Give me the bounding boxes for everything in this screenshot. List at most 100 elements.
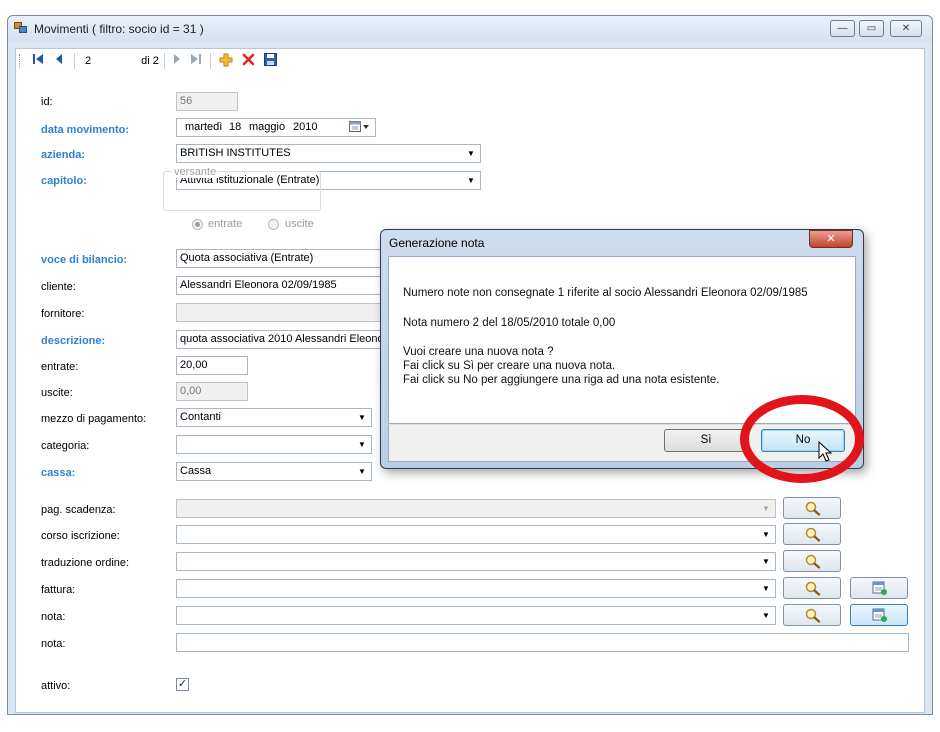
cassa-combo[interactable]: Cassa ▼ [176,462,372,481]
pag-scadenza-search-button[interactable] [783,497,841,519]
voce-bilancio-label: voce di bilancio: [41,254,128,266]
mouse-cursor-icon [818,440,834,466]
magnifier-icon [805,527,821,542]
add-icon[interactable] [218,53,234,69]
toolbar-separator [164,53,165,69]
cliente-label: cliente: [41,281,76,293]
save-icon[interactable] [262,53,278,69]
data-movimento-picker[interactable]: martedì 18 maggio 2010 [176,118,376,137]
nota-combo[interactable]: ▼ [176,606,776,625]
voce-bilancio-combo[interactable]: Quota associativa (Entrate) [176,249,386,268]
position-input[interactable] [82,52,134,70]
traduzione-ordine-combo[interactable]: ▼ [176,552,776,571]
fattura-add-button[interactable] [850,577,908,599]
uscite-field: 0,00 [176,382,248,401]
date-weekday: martedì [185,121,223,133]
dialog-message-line5: Fai click su No per aggiungere una riga … [403,374,720,386]
dialog-message-line4: Fai click su Sì per creare una nuova not… [403,360,616,372]
chevron-down-icon[interactable]: ▼ [759,581,773,596]
add-record-icon [872,608,887,622]
azienda-label: azienda: [41,149,86,161]
date-month: maggio [249,121,286,133]
fornitore-combo[interactable] [176,303,386,322]
capitolo-label: capitolo: [41,175,87,187]
title-bar: Movimenti ( filtro: socio id = 31 ) — ▭ … [8,16,932,42]
date-year: 2010 [293,121,318,133]
magnifier-icon [805,501,821,516]
traduzione-ordine-search-button[interactable] [783,550,841,572]
fattura-combo[interactable]: ▼ [176,579,776,598]
prev-record-icon[interactable] [52,53,66,69]
record-count-label: di 2 [141,55,159,67]
chevron-down-icon[interactable]: ▼ [759,501,773,516]
magnifier-icon [805,581,821,596]
app-icon [14,22,28,34]
chevron-down-icon[interactable]: ▼ [355,464,369,479]
close-button[interactable]: ✕ [890,20,922,37]
categoria-combo[interactable]: ▼ [176,435,372,454]
versante-title: versante [172,166,219,178]
radio-entrate[interactable] [192,219,203,230]
window-title: Movimenti ( filtro: socio id = 31 ) [34,22,204,36]
chevron-down-icon[interactable]: ▼ [355,437,369,452]
azienda-combo[interactable]: BRITISH INSTITUTES ▼ [176,144,481,163]
chevron-down-icon[interactable]: ▼ [355,410,369,425]
cliente-combo[interactable]: Alessandri Eleonora 02/09/1985 [176,276,386,295]
date-day: 18 [229,121,242,133]
dialog-message-line1: Numero note non consegnate 1 riferite al… [403,287,808,299]
chevron-down-icon[interactable]: ▼ [464,173,478,188]
binding-navigator-toolbar: di 2 [16,49,924,73]
magnifier-icon [805,608,821,623]
categoria-label: categoria: [41,440,90,452]
nota-text-field[interactable] [176,633,909,652]
chevron-down-icon[interactable]: ▼ [464,146,478,161]
id-label: id: [41,96,53,108]
fattura-search-button[interactable] [783,577,841,599]
magnifier-icon [805,554,821,569]
chevron-down-icon[interactable]: ▼ [759,608,773,623]
toolbar-grip [19,54,21,68]
attivo-label: attivo: [41,680,71,692]
cassa-label: cassa: [41,467,76,479]
chevron-down-icon[interactable]: ▼ [759,554,773,569]
calendar-icon[interactable] [349,121,371,136]
fattura-label: fattura: [41,584,76,596]
fornitore-label: fornitore: [41,308,85,320]
nota-search-button[interactable] [783,604,841,626]
traduzione-ordine-label: traduzione ordine: [41,557,130,569]
attivo-checkbox[interactable]: ✓ [176,678,189,691]
descrizione-label: descrizione: [41,335,106,347]
next-record-icon[interactable] [170,53,184,69]
dialog-close-button[interactable]: ✕ [809,230,853,248]
dialog-message-line2: Nota numero 2 del 18/05/2010 totale 0,00 [403,317,616,329]
corso-iscrizione-label: corso iscrizione: [41,530,120,542]
radio-entrate-label: entrate [208,218,243,230]
chevron-down-icon[interactable]: ▼ [759,527,773,542]
delete-icon[interactable] [240,53,256,69]
maximize-button[interactable]: ▭ [859,20,884,37]
entrate-label: entrate: [41,361,79,373]
uscite-label: uscite: [41,387,73,399]
mezzo-pagamento-combo[interactable]: Contanti ▼ [176,408,372,427]
add-record-icon [872,581,887,595]
data-movimento-label: data movimento: [41,124,130,136]
pag-scadenza-combo[interactable]: ▼ [176,499,776,518]
nota-text-label: nota: [41,638,66,650]
minimize-button[interactable]: — [830,20,855,37]
first-record-icon[interactable] [30,53,46,69]
corso-iscrizione-search-button[interactable] [783,523,841,545]
last-record-icon[interactable] [188,53,204,69]
descrizione-field[interactable]: quota associativa 2010 Alessandri Eleono… [176,330,386,349]
radio-uscite-label: uscite [285,218,314,230]
nota-add-button[interactable] [850,604,908,626]
entrate-field[interactable]: 20,00 [176,356,248,375]
azienda-value: BRITISH INSTITUTES [180,147,291,159]
dialog-message-line3: Vuoi creare una nuova nota ? [403,346,554,358]
cassa-value: Cassa [180,465,212,477]
id-field: 56 [176,92,238,111]
radio-uscite[interactable] [268,219,279,230]
mezzo-pagamento-value: Contanti [180,411,221,423]
yes-button[interactable]: Sì [664,429,748,452]
corso-iscrizione-combo[interactable]: ▼ [176,525,776,544]
highlight-annotation-circle [740,395,864,483]
